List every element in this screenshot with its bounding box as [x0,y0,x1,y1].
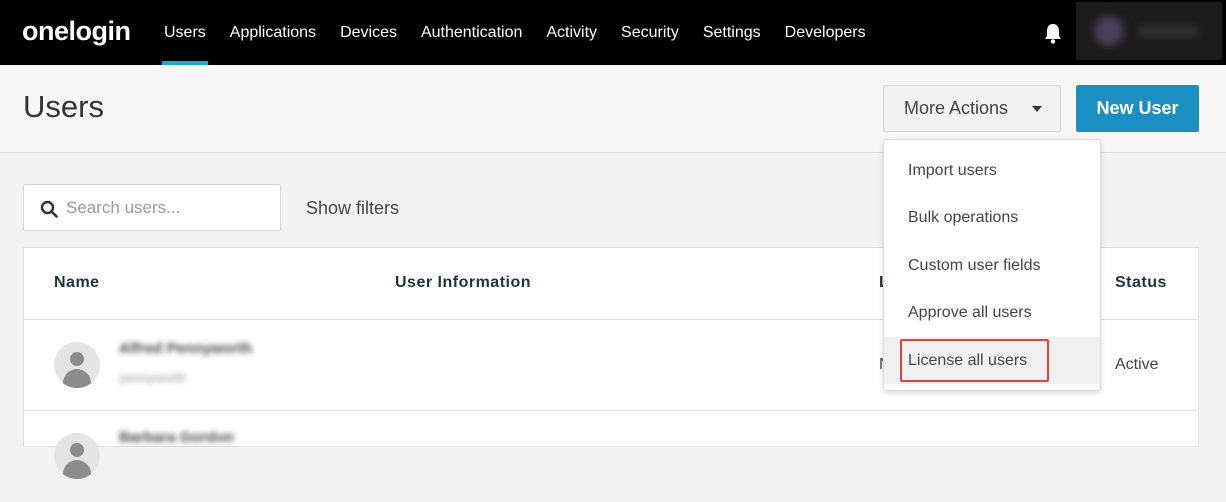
show-filters-link[interactable]: Show filters [306,198,399,219]
more-actions-dropdown: Import users Bulk operations Custom user… [883,139,1101,391]
menu-item-import-users[interactable]: Import users [884,147,1100,194]
page-title: Users [23,89,104,124]
onelogin-logo[interactable]: onelogin [22,16,131,47]
profile-name-redacted [1138,26,1198,36]
nav-item-settings[interactable]: Settings [691,0,773,65]
more-actions-label: More Actions [904,98,1009,118]
user-profile-menu[interactable] [1076,2,1222,60]
profile-avatar [1094,16,1124,46]
menu-item-license-all-users[interactable]: License all users [884,337,1100,384]
top-navigation-bar: onelogin Users Applications Devices Auth… [0,0,1226,65]
nav-item-users[interactable]: Users [152,0,218,65]
caret-down-icon [1032,106,1042,112]
column-header-status[interactable]: Status [1115,274,1167,292]
nav-item-applications[interactable]: Applications [218,0,328,65]
nav-item-activity[interactable]: Activity [534,0,609,65]
search-icon [40,200,58,218]
avatar [54,342,100,388]
menu-item-custom-user-fields[interactable]: Custom user fields [884,242,1100,289]
new-user-button[interactable]: New User [1076,85,1199,132]
nav-item-devices[interactable]: Devices [328,0,409,65]
menu-item-approve-all-users[interactable]: Approve all users [884,289,1100,336]
menu-item-bulk-operations[interactable]: Bulk operations [884,194,1100,241]
column-header-name[interactable]: Name [54,274,100,292]
more-actions-button[interactable]: More Actions [883,85,1061,132]
nav-item-developers[interactable]: Developers [773,0,878,65]
status-cell: Active [1115,356,1159,373]
user-name-redacted: Barbara Gordon [119,429,235,446]
column-header-user-information[interactable]: User Information [395,274,531,292]
search-input[interactable] [66,185,276,230]
highlight-annotation-box [900,339,1049,382]
main-nav: Users Applications Devices Authenticatio… [152,0,878,65]
user-username-redacted: pennyworth [119,370,187,385]
nav-item-authentication[interactable]: Authentication [409,0,534,65]
bell-icon[interactable] [1043,22,1063,44]
user-name-redacted: Alfred Pennyworth [119,340,253,357]
search-box [23,184,281,231]
nav-item-security[interactable]: Security [609,0,691,65]
table-row[interactable]: Barbara Gordon [24,411,1198,502]
